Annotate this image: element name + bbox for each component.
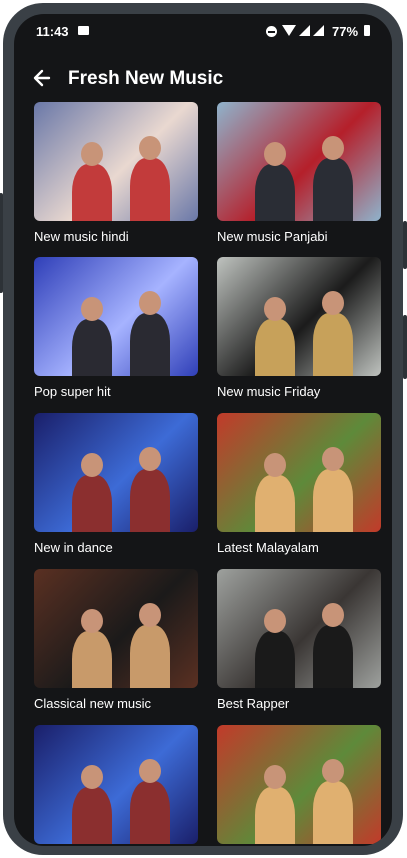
playlist-label: Best Rapper xyxy=(217,696,290,711)
volume-button xyxy=(403,221,407,269)
playlist-tile[interactable] xyxy=(34,725,198,844)
playlist-thumbnail[interactable] xyxy=(217,102,381,221)
thumbnail-head xyxy=(139,291,161,315)
thumbnail-figure xyxy=(72,631,112,688)
playlist-thumbnail[interactable] xyxy=(34,102,198,221)
thumbnail-figure xyxy=(72,787,112,844)
thumbnail-figure xyxy=(130,313,170,376)
playlist-label: Latest Malayalam xyxy=(217,540,319,555)
thumbnail-figure xyxy=(72,319,112,376)
thumbnail-figure xyxy=(130,158,170,221)
thumbnail-head xyxy=(322,136,344,160)
playlist-tile[interactable]: New music hindi xyxy=(34,102,198,244)
thumbnail-figure xyxy=(130,625,170,688)
thumbnail-head xyxy=(322,291,344,315)
playlist-thumbnail[interactable] xyxy=(217,257,381,376)
playlist-label: Classical new music xyxy=(34,696,152,711)
playlist-tile[interactable] xyxy=(217,725,381,844)
thumbnail-head xyxy=(139,136,161,160)
playlist-label: New music Friday xyxy=(217,384,321,399)
page-title: Fresh New Music xyxy=(68,68,224,89)
volume-button-lower xyxy=(403,315,407,379)
back-button[interactable] xyxy=(30,66,54,90)
thumbnail-head xyxy=(81,453,103,477)
playlist-tile[interactable]: New music Friday xyxy=(217,257,381,399)
status-bar: 11:43 77% xyxy=(14,14,392,48)
thumbnail-figure xyxy=(72,164,112,221)
do-not-disturb-icon xyxy=(266,26,277,37)
status-time: 11:43 xyxy=(36,24,69,39)
playlist-label: New music Panjabi xyxy=(217,229,328,244)
thumbnail-figure xyxy=(255,631,295,688)
thumbnail-figure xyxy=(313,158,353,221)
thumbnail-head xyxy=(139,603,161,627)
gallery-notification-icon xyxy=(78,26,89,35)
thumbnail-figure xyxy=(313,469,353,532)
thumbnail-figure xyxy=(255,475,295,532)
thumbnail-head xyxy=(264,453,286,477)
thumbnail-head xyxy=(264,609,286,633)
playlist-thumbnail[interactable] xyxy=(34,725,198,844)
thumbnail-figure xyxy=(313,625,353,688)
signal-icon-secondary xyxy=(313,25,324,36)
playlist-tile[interactable]: Pop super hit xyxy=(34,257,198,399)
thumbnail-head xyxy=(264,765,286,789)
wifi-icon xyxy=(282,25,296,36)
screen: 11:43 77% Fresh New Music New music hind… xyxy=(14,14,392,846)
playlist-thumbnail[interactable] xyxy=(34,257,198,376)
playlist-thumbnail[interactable] xyxy=(217,725,381,844)
signal-icon xyxy=(299,25,310,36)
thumbnail-head xyxy=(81,609,103,633)
playlist-thumbnail[interactable] xyxy=(34,413,198,532)
thumbnail-head xyxy=(139,759,161,783)
playlist-label: New in dance xyxy=(34,540,113,555)
thumbnail-head xyxy=(322,603,344,627)
thumbnail-head xyxy=(264,142,286,166)
playlist-tile[interactable]: New in dance xyxy=(34,413,198,555)
thumbnail-head xyxy=(322,447,344,471)
thumbnail-figure xyxy=(130,781,170,844)
thumbnail-figure xyxy=(255,164,295,221)
thumbnail-figure xyxy=(313,781,353,844)
thumbnail-head xyxy=(81,297,103,321)
thumbnail-head xyxy=(81,765,103,789)
thumbnail-head xyxy=(81,142,103,166)
playlist-thumbnail[interactable] xyxy=(217,569,381,688)
thumbnail-figure xyxy=(130,469,170,532)
app-bar: Fresh New Music xyxy=(14,54,392,104)
thumbnail-figure xyxy=(255,787,295,844)
battery-icon xyxy=(364,25,370,36)
playlist-label: Pop super hit xyxy=(34,384,111,399)
battery-percentage: 77% xyxy=(332,24,359,39)
playlist-tile[interactable]: New music Panjabi xyxy=(217,102,381,244)
thumbnail-figure xyxy=(313,313,353,376)
phone-frame: 11:43 77% Fresh New Music New music hind… xyxy=(0,3,407,855)
playlist-label: New music hindi xyxy=(34,229,129,244)
arrow-left-icon xyxy=(33,69,51,87)
playlist-tile[interactable]: Classical new music xyxy=(34,569,198,711)
playlist-thumbnail[interactable] xyxy=(217,413,381,532)
thumbnail-head xyxy=(322,759,344,783)
thumbnail-head xyxy=(264,297,286,321)
thumbnail-figure xyxy=(255,319,295,376)
playlist-tile[interactable]: Latest Malayalam xyxy=(217,413,381,555)
thumbnail-head xyxy=(139,447,161,471)
power-button xyxy=(0,193,3,293)
playlist-thumbnail[interactable] xyxy=(34,569,198,688)
thumbnail-figure xyxy=(72,475,112,532)
playlist-tile[interactable]: Best Rapper xyxy=(217,569,381,711)
